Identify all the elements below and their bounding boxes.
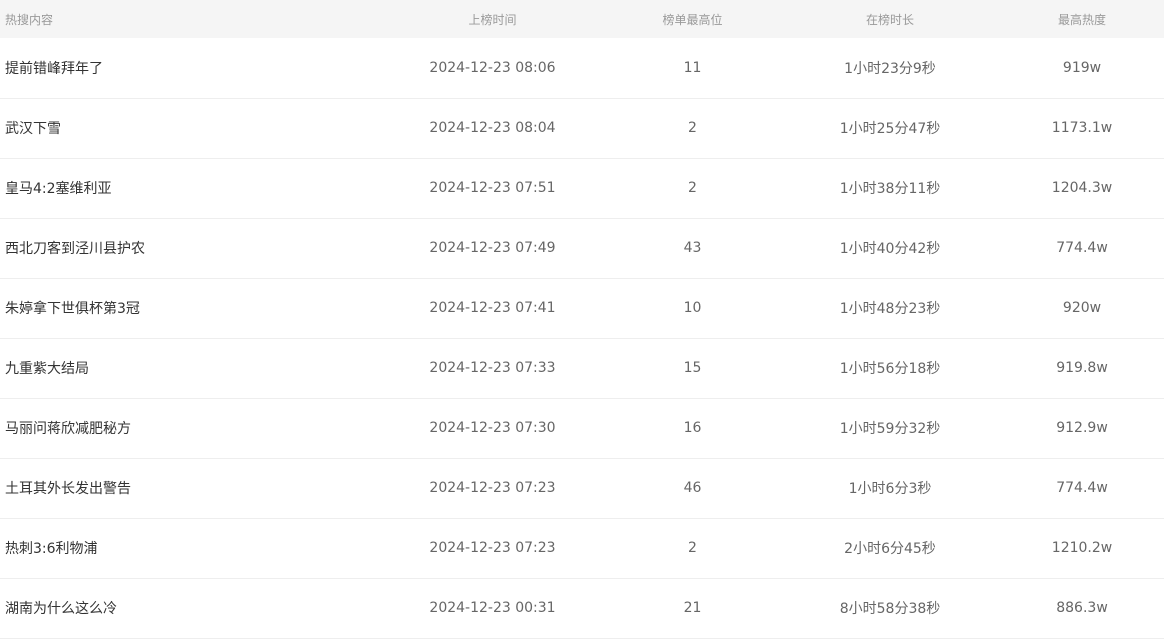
table-row[interactable]: 武汉下雪 2024-12-23 08:04 2 1小时25分47秒 1173.1w: [0, 98, 1164, 158]
table-row[interactable]: 提前错峰拜年了 2024-12-23 08:06 11 1小时23分9秒 919w: [0, 38, 1164, 98]
cell-max-heat: 912.9w: [1056, 420, 1108, 436]
cell-highest-rank: 46: [683, 480, 702, 496]
cell-duration: 1小时56分18秒: [839, 361, 941, 377]
cell-max-heat: 919.8w: [1056, 360, 1108, 376]
cell-listed-time: 2024-12-23 00:31: [429, 600, 556, 616]
cell-listed-time: 2024-12-23 08:04: [429, 120, 556, 136]
cell-hot-content[interactable]: 马丽问蒋欣减肥秘方: [0, 398, 380, 458]
header-duration[interactable]: 在榜时长: [780, 0, 1000, 38]
cell-listed-time: 2024-12-23 07:49: [429, 240, 556, 256]
cell-max-heat: 919w: [1062, 59, 1102, 76]
cell-duration: 1小时40分42秒: [839, 241, 941, 257]
cell-highest-rank: 2: [688, 180, 697, 196]
header-highest-rank[interactable]: 榜单最高位: [605, 0, 780, 38]
cell-highest-rank: 11: [683, 59, 702, 76]
cell-hot-content[interactable]: 九重紫大结局: [0, 338, 380, 398]
cell-max-heat: 774.4w: [1056, 240, 1108, 256]
cell-highest-rank: 16: [683, 420, 702, 436]
cell-max-heat: 1204.3w: [1051, 180, 1113, 196]
hot-search-table: 热搜内容 上榜时间 榜单最高位 在榜时长 最高热度 提前错峰拜年了 2024-12…: [0, 0, 1164, 639]
header-listed-time[interactable]: 上榜时间: [380, 0, 605, 38]
cell-listed-time: 2024-12-23 08:06: [429, 59, 556, 76]
cell-duration: 1小时6分3秒: [848, 481, 932, 497]
cell-hot-content[interactable]: 土耳其外长发出警告: [0, 458, 380, 518]
cell-highest-rank: 10: [683, 300, 702, 316]
cell-listed-time: 2024-12-23 07:41: [429, 300, 556, 316]
cell-duration: 1小时25分47秒: [839, 121, 941, 137]
cell-hot-content[interactable]: 湖南为什么这么冷: [0, 578, 380, 638]
cell-duration: 8小时58分38秒: [839, 601, 941, 617]
table-row[interactable]: 皇马4:2塞维利亚 2024-12-23 07:51 2 1小时38分11秒 1204.…: [0, 158, 1164, 218]
table-row[interactable]: 朱婷拿下世俱杯第3冠 2024-12-23 07:41 10 1小时48分23秒 920…: [0, 278, 1164, 338]
cell-highest-rank: 2: [688, 540, 697, 556]
table-row[interactable]: 九重紫大结局 2024-12-23 07:33 15 1小时56分18秒 919.8w: [0, 338, 1164, 398]
cell-hot-content[interactable]: 朱婷拿下世俱杯第3冠: [0, 278, 380, 338]
cell-highest-rank: 2: [688, 120, 697, 136]
cell-max-heat: 1173.1w: [1051, 120, 1113, 136]
cell-duration: 1小时48分23秒: [839, 301, 941, 317]
cell-hot-content[interactable]: 西北刀客到泾川县护农: [0, 218, 380, 278]
cell-max-heat: 920w: [1062, 300, 1102, 316]
cell-hot-content[interactable]: 热刺3:6利物浦: [0, 518, 380, 578]
cell-highest-rank: 21: [683, 600, 702, 616]
table-header-row: 热搜内容 上榜时间 榜单最高位 在榜时长 最高热度: [0, 0, 1164, 38]
header-max-heat[interactable]: 最高热度: [1000, 0, 1164, 38]
cell-listed-time: 2024-12-23 07:23: [429, 480, 556, 496]
table-row[interactable]: 马丽问蒋欣减肥秘方 2024-12-23 07:30 16 1小时59分32秒 912.…: [0, 398, 1164, 458]
cell-listed-time: 2024-12-23 07:33: [429, 360, 556, 376]
table-row[interactable]: 土耳其外长发出警告 2024-12-23 07:23 46 1小时6分3秒 774.4w: [0, 458, 1164, 518]
table-row[interactable]: 西北刀客到泾川县护农 2024-12-23 07:49 43 1小时40分42秒 774…: [0, 218, 1164, 278]
table-header: 热搜内容 上榜时间 榜单最高位 在榜时长 最高热度: [0, 0, 1164, 38]
cell-listed-time: 2024-12-23 07:30: [429, 420, 556, 436]
cell-hot-content[interactable]: 提前错峰拜年了: [0, 38, 380, 98]
header-hot-content[interactable]: 热搜内容: [0, 0, 380, 38]
cell-max-heat: 1210.2w: [1051, 540, 1113, 556]
cell-duration: 1小时38分11秒: [839, 181, 941, 197]
cell-listed-time: 2024-12-23 07:51: [429, 180, 556, 196]
table-row[interactable]: 湖南为什么这么冷 2024-12-23 00:31 21 8小时58分38秒 886.3…: [0, 578, 1164, 638]
cell-listed-time: 2024-12-23 07:23: [429, 540, 556, 556]
cell-duration: 1小时59分32秒: [839, 421, 941, 437]
table-row[interactable]: 热刺3:6利物浦 2024-12-23 07:23 2 2小时6分45秒 1210.2w: [0, 518, 1164, 578]
cell-duration: 1小时23分9秒: [844, 60, 936, 77]
cell-max-heat: 886.3w: [1056, 600, 1108, 616]
cell-highest-rank: 43: [683, 240, 702, 256]
cell-duration: 2小时6分45秒: [844, 541, 936, 557]
cell-max-heat: 774.4w: [1056, 480, 1108, 496]
cell-hot-content[interactable]: 武汉下雪: [0, 98, 380, 158]
cell-hot-content[interactable]: 皇马4:2塞维利亚: [0, 158, 380, 218]
table-body: 提前错峰拜年了 2024-12-23 08:06 11 1小时23分9秒 919w 武汉下…: [0, 38, 1164, 638]
cell-highest-rank: 15: [683, 360, 702, 376]
